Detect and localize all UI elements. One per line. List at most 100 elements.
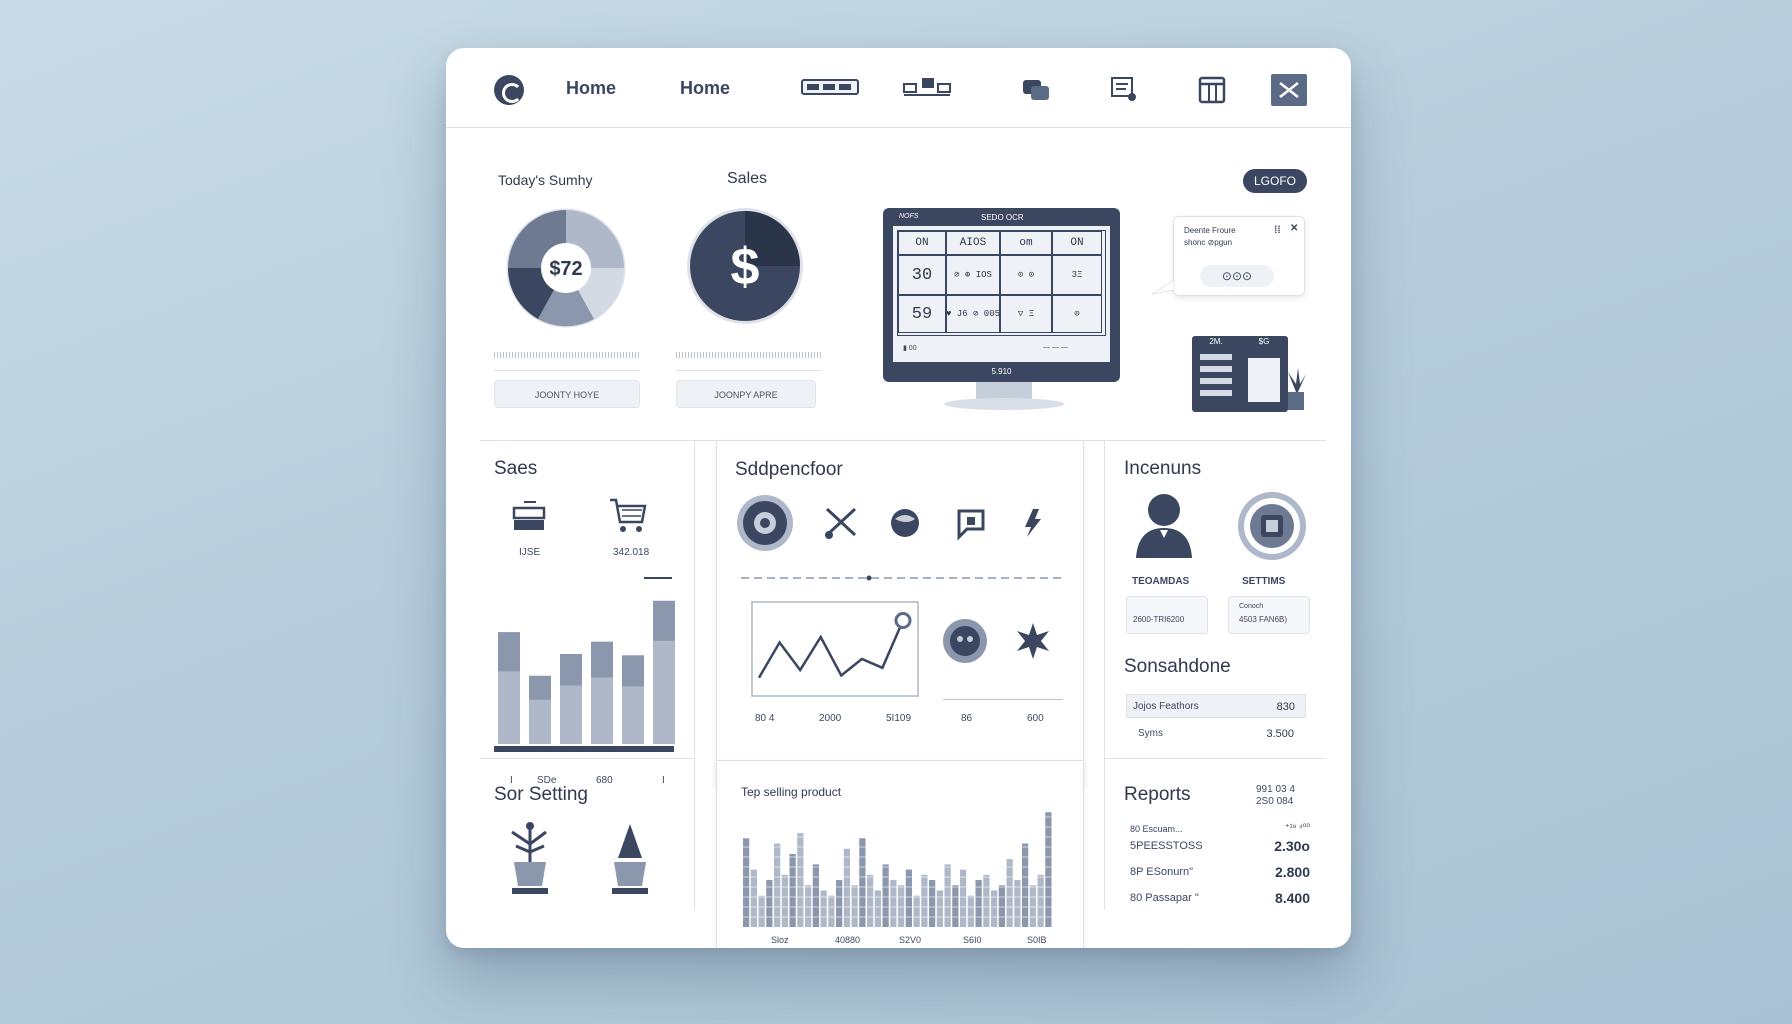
popup-sliders-icon: ⁞⁞: [1274, 225, 1281, 236]
sales-dollar-icon: $: [687, 208, 803, 324]
plant-icon-small: [1288, 368, 1306, 410]
network-icon[interactable]: [902, 76, 954, 98]
sales-bar-top: [653, 600, 675, 641]
reports-meta2: 2S0 084: [1256, 796, 1294, 807]
sdd-label5: 600: [1027, 713, 1044, 724]
user-icon[interactable]: [1132, 492, 1196, 560]
report-icon[interactable]: [1110, 76, 1140, 104]
nav-home-2[interactable]: Home: [680, 78, 730, 99]
report-row[interactable]: 8P ESonurn" 2.800: [1130, 862, 1310, 882]
top-selling-label: 40880: [835, 935, 861, 945]
top-bar: Home Home: [446, 48, 1351, 128]
sales-label-left: IJSE: [519, 547, 541, 558]
sales-bar-top: [591, 641, 613, 678]
top-selling-bar: [1029, 885, 1036, 927]
globe-icon[interactable]: [887, 505, 923, 541]
expand-icon[interactable]: [1270, 73, 1308, 107]
sdd-dashed-line: [741, 575, 1061, 581]
star-icon[interactable]: [1013, 621, 1053, 661]
monitor-cell: 3Ξ: [1052, 255, 1102, 295]
top-selling-bar: [843, 848, 850, 927]
monitor: NOFS SEDO OCR ON AIOS om ON 30 ⊘ ⊕ IOS ⊙ ⊙ 3Ξ 59…: [883, 208, 1120, 382]
monitor-cell: ⊘ ⊕ IOS: [946, 255, 1000, 295]
nav-home-1[interactable]: Home: [566, 78, 616, 99]
top-selling-bar: [750, 869, 757, 927]
top-selling-bar: [1037, 874, 1044, 927]
sdd-card: Sddpencfoor 80 4 2000 5I109 86 600: [716, 440, 1084, 786]
incenuns-box2[interactable]: Conoch 4503 FAN6B): [1228, 596, 1310, 634]
settings-icon[interactable]: [1236, 490, 1308, 562]
summary-donut-value: $72: [549, 258, 582, 280]
top-selling-bar: [774, 843, 781, 927]
top-selling-bar: [859, 838, 866, 927]
report-row-value: 2.800: [1274, 864, 1310, 880]
sales-top-button[interactable]: JOONPY APRE: [676, 380, 816, 408]
top-selling-bar: [913, 895, 920, 927]
reports-meta1: 991 03 4: [1256, 784, 1295, 795]
face-icon[interactable]: [941, 617, 989, 665]
sdd-title: Sddpencfoor: [735, 459, 843, 480]
plant-icon-left: [511, 822, 548, 894]
leaf-icon[interactable]: [1017, 505, 1047, 541]
report-row-label: 8P ESonurn": [1130, 866, 1194, 878]
monitor-bottom-label: 5.910: [991, 367, 1012, 376]
summary-ticks: [494, 352, 640, 358]
sales-top-divider: [676, 370, 822, 371]
monitor-cell: ON: [1052, 231, 1102, 255]
app-logo[interactable]: [494, 75, 524, 105]
monitor-cell: 30: [898, 255, 946, 295]
sons-row-1-value: 830: [1276, 701, 1295, 713]
top-selling-bar: [1045, 812, 1052, 927]
top-selling-bar: [998, 885, 1005, 927]
top-selling-bar: [952, 885, 959, 927]
popup-pill-button[interactable]: ⊙⊙⊙: [1200, 265, 1274, 287]
incenuns-title: Incenuns: [1124, 458, 1202, 479]
incenuns-box1[interactable]: 2600-TRI6200: [1126, 596, 1208, 634]
summary-button[interactable]: JOONTY HOYE: [494, 380, 640, 408]
sales-bar-chart: [494, 577, 675, 752]
monitor-base: [944, 398, 1064, 410]
top-selling-bar: [812, 864, 819, 927]
top-selling-bar: [820, 890, 827, 927]
sales-top-ticks: [676, 352, 822, 358]
summary-divider: [494, 370, 640, 371]
monitor-cell: ▽ Ξ: [1000, 295, 1052, 333]
sdd-label4: 86: [961, 713, 973, 724]
incenuns-box2-line2: 4503 FAN6B): [1239, 615, 1288, 624]
summary-title: Today's Sumhy: [498, 172, 593, 188]
monitor-grid: ON AIOS om ON 30 ⊘ ⊕ IOS ⊙ ⊙ 3Ξ 59 ♥ J6 ⊘ 005 ▽ Ξ ⊙: [897, 230, 1106, 336]
columns-icon[interactable]: [1198, 76, 1226, 104]
sons-row-2[interactable]: Syms 3.500: [1126, 722, 1306, 746]
monitor-top-center: SEDO OCR: [981, 213, 1024, 222]
report-row-label: 5PEESSTOSS: [1130, 840, 1203, 852]
gear-icon[interactable]: [735, 493, 795, 553]
sons-row-1[interactable]: Jojos Feathors 830: [1126, 694, 1306, 718]
popup-close-icon[interactable]: ✕: [1290, 223, 1298, 234]
top-selling-title: Tep selling product: [741, 785, 842, 799]
top-selling-label: S6I0: [963, 935, 982, 945]
dashboard-panel: Home Home Today's Sumhy $72 JOONTY HOYE …: [446, 48, 1351, 948]
incenuns-box2-line1: Conoch: [1239, 603, 1264, 610]
logout-button[interactable]: LGOFO: [1243, 169, 1307, 193]
sales-axis-right: I: [662, 775, 665, 786]
top-selling-bar: [789, 853, 796, 927]
report-row[interactable]: 5PEESSTOSS 2.30o: [1130, 836, 1310, 856]
monitor-cell: ON: [898, 231, 946, 255]
report-row-label: 80 Escuam...: [1130, 824, 1183, 834]
section-divider-3: [1104, 758, 1326, 759]
column-divider-2: [1104, 440, 1105, 910]
monitor-top-left: NOFS: [899, 213, 919, 220]
chat-icon[interactable]: [1021, 76, 1053, 104]
message-icon[interactable]: [953, 505, 989, 541]
top-selling-labels: Sloz 40880 S2V0 S6I0 S0IB: [743, 935, 1053, 948]
top-selling-bar: [781, 874, 788, 927]
top-selling-label: S2V0: [899, 935, 922, 945]
report-row[interactable]: 80 Passapar " 8.400: [1130, 888, 1310, 908]
table-view-icon[interactable]: [801, 78, 861, 98]
tools-icon[interactable]: [821, 505, 861, 541]
sales-axis-mid2: 680: [596, 775, 613, 786]
sdd-label1: 80 4: [755, 713, 775, 724]
line-end-point: [894, 612, 912, 629]
incenuns-box1-text: 2600-TRI6200: [1133, 615, 1185, 624]
sales-bar-top: [622, 655, 644, 687]
